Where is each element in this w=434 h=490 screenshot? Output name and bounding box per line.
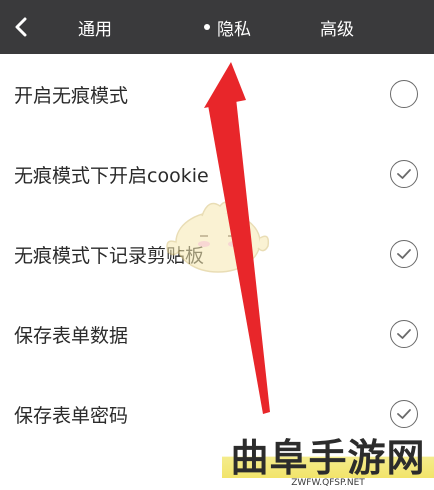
- tab-privacy[interactable]: 隐私: [204, 0, 251, 54]
- checkmark-icon: [397, 169, 411, 179]
- tab-general[interactable]: 通用: [78, 0, 112, 54]
- chevron-left-icon: [15, 17, 27, 37]
- watermark-url: ZWFW.QFSP.NET: [222, 478, 434, 490]
- checkmark-icon: [397, 329, 411, 339]
- checkmark-circle-icon[interactable]: [390, 320, 418, 348]
- checkmark-circle-icon[interactable]: [390, 240, 418, 268]
- active-tab-indicator: [204, 24, 210, 30]
- tab-general-label: 通用: [78, 19, 112, 40]
- setting-label: 保存表单数据: [14, 324, 129, 347]
- tab-advanced[interactable]: 高级: [320, 0, 354, 54]
- watermark-logo: 曲阜手游网 ZWFW.QFSP.NET: [222, 430, 434, 490]
- setting-row-incognito-mode[interactable]: 开启无痕模式: [0, 54, 434, 134]
- tab-advanced-label: 高级: [320, 19, 354, 40]
- back-button[interactable]: [6, 10, 36, 44]
- checkmark-icon: [397, 249, 411, 259]
- setting-label: 保存表单密码: [14, 404, 129, 427]
- checkmark-circle-icon[interactable]: [390, 160, 418, 188]
- setting-row-save-form-data[interactable]: 保存表单数据: [0, 294, 434, 374]
- top-navigation-bar: 通用 隐私 高级: [0, 0, 434, 54]
- tab-privacy-label: 隐私: [217, 19, 251, 40]
- watermark-title: 曲阜手游网: [222, 430, 434, 480]
- checkmark-circle-icon[interactable]: [390, 400, 418, 428]
- setting-label: 开启无痕模式: [14, 84, 129, 107]
- checkmark-icon: [397, 409, 411, 419]
- watermark-mascot-icon: [166, 201, 270, 273]
- radio-unchecked-icon[interactable]: [390, 80, 418, 108]
